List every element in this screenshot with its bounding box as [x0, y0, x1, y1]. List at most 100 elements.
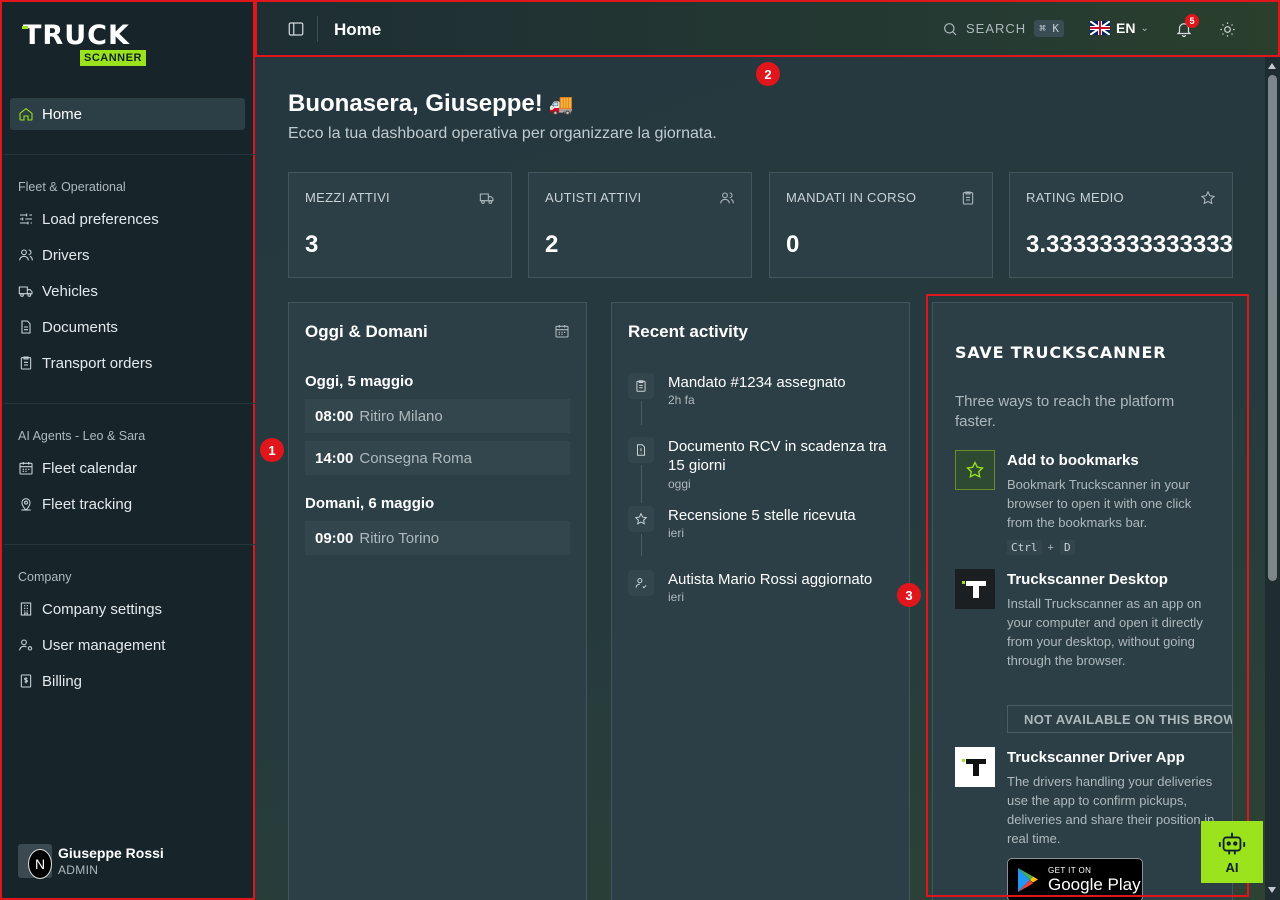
sidebar-item-vehicles[interactable]: Vehicles	[10, 276, 245, 306]
ai-assistant-button[interactable]: AI	[1201, 821, 1263, 883]
driver-app-title: Truckscanner Driver App	[1007, 749, 1185, 766]
bookmark-description: Bookmark Truckscanner in your browser to…	[1007, 477, 1192, 530]
clipboard-icon	[628, 373, 654, 399]
greeting-heading: Buonasera, Giuseppe! 🚚	[288, 90, 574, 118]
install-desktop-button[interactable]: NOT AVAILABLE ON THIS BROWSER	[1007, 705, 1232, 733]
language-selector[interactable]: EN ⌄	[1090, 20, 1149, 36]
save-truckscanner-card: SAVE TRUCKSCANNER Three ways to reach th…	[932, 302, 1233, 900]
google-play-icon	[1018, 868, 1038, 892]
key-ctrl: Ctrl	[1007, 540, 1042, 555]
key-plus: +	[1047, 541, 1054, 554]
notifications-button[interactable]: 5	[1175, 14, 1199, 38]
sidebar-item-user-management[interactable]: User management	[10, 630, 245, 660]
sidebar-section-ai-agents: AI Agents - Leo & Sara	[18, 429, 146, 443]
annotation-marker-1: 1	[260, 438, 284, 462]
header-divider	[317, 16, 318, 42]
sidebar-item-billing[interactable]: Billing	[10, 666, 245, 696]
google-play-button[interactable]: GET IT ON Google Play	[1007, 858, 1143, 900]
activity-title-text: Recensione 5 stelle ricevuta	[668, 507, 856, 524]
ai-button-label: AI	[1225, 860, 1239, 875]
event-time: 09:00	[315, 529, 354, 547]
robot-icon	[1218, 832, 1246, 855]
search-button[interactable]: SEARCH ⌘ K	[942, 20, 1065, 37]
stat-value: 2	[545, 231, 559, 258]
sidebar-item-label: Fleet calendar	[42, 459, 138, 477]
timeline-line	[641, 401, 642, 425]
sidebar-item-fleet-calendar[interactable]: Fleet calendar	[10, 453, 245, 483]
scroll-down-arrow[interactable]	[1268, 887, 1276, 893]
event-description: Ritiro Torino	[359, 529, 440, 547]
page-title: Home	[334, 20, 382, 39]
main-scrollbar[interactable]	[1265, 57, 1280, 900]
driver-app-description: The drivers handling your deliveries use…	[1007, 774, 1215, 846]
building-icon	[18, 601, 34, 617]
driver-app-icon	[955, 747, 995, 787]
search-label: SEARCH	[966, 21, 1027, 36]
stat-label: AUTISTI ATTIVI	[545, 190, 642, 205]
user-profile[interactable]: N Giuseppe Rossi ADMIN	[18, 844, 164, 879]
annotation-marker-3: 3	[897, 583, 921, 607]
timeline-line	[641, 534, 642, 556]
schedule-card: Oggi & Domani Oggi, 5 maggio 08:00 Ritir…	[288, 302, 587, 900]
google-play-small-text: GET IT ON	[1048, 866, 1092, 875]
calendar-icon[interactable]	[554, 323, 570, 339]
activity-title-text: Mandato #1234 assegnato	[668, 374, 846, 391]
user-role: ADMIN	[58, 863, 99, 877]
location-icon	[18, 496, 34, 512]
sidebar-item-label: Transport orders	[42, 354, 153, 372]
truckscanner-logo[interactable]: TRUCK SCANNER	[20, 22, 170, 68]
stat-card-mandates[interactable]: MANDATI IN CORSO 0	[769, 172, 993, 278]
users-icon	[719, 190, 735, 206]
stat-value: 3.3333333333333335	[1026, 231, 1233, 258]
sidebar-item-load-preferences[interactable]: Load preferences	[10, 204, 245, 234]
sidebar-item-home[interactable]: Home	[10, 98, 245, 130]
sidebar-item-transport-orders[interactable]: Transport orders	[10, 348, 245, 378]
schedule-event[interactable]: 14:00 Consegna Roma	[305, 441, 570, 475]
logo-word: TRUCK	[23, 20, 130, 51]
desktop-description: Install Truckscanner as an app on your c…	[1007, 596, 1203, 668]
desktop-title: Truckscanner Desktop	[1007, 571, 1168, 588]
stat-label: MEZZI ATTIVI	[305, 190, 390, 205]
bookmark-shortcut: Ctrl + D	[1007, 540, 1075, 555]
stat-value: 0	[786, 231, 800, 258]
search-icon	[944, 22, 957, 35]
activity-time: 2h fa	[668, 393, 695, 407]
sidebar-item-drivers[interactable]: Drivers	[10, 240, 245, 270]
event-time: 14:00	[315, 449, 354, 467]
scroll-thumb[interactable]	[1268, 75, 1277, 581]
stat-card-drivers[interactable]: AUTISTI ATTIVI 2	[528, 172, 752, 278]
stat-label: MANDATI IN CORSO	[786, 190, 917, 205]
home-icon	[18, 106, 34, 122]
star-icon	[955, 450, 995, 490]
schedule-event[interactable]: 08:00 Ritiro Milano	[305, 399, 570, 433]
sidebar-item-fleet-tracking[interactable]: Fleet tracking	[10, 489, 245, 519]
timeline-line	[641, 465, 642, 503]
activity-time: ieri	[668, 590, 685, 604]
sidebar-item-label: Home	[42, 105, 83, 123]
sidebar-toggle-icon[interactable]	[287, 20, 305, 38]
greeting-text: Buonasera, Giuseppe!	[288, 90, 543, 117]
sidebar-item-label: Load preferences	[42, 210, 159, 228]
greeting-subtitle: Ecco la tua dashboard operativa per orga…	[288, 125, 717, 142]
stat-card-vehicles[interactable]: MEZZI ATTIVI 3	[288, 172, 512, 278]
sidebar-item-documents[interactable]: Documents	[10, 312, 245, 342]
calendar-icon	[18, 460, 34, 476]
file-alert-icon	[628, 437, 654, 463]
sidebar-item-label: Fleet tracking	[42, 495, 133, 513]
sidebar-item-label: Vehicles	[42, 282, 98, 300]
truckscanner-app-icon	[955, 569, 995, 609]
sidebar-divider	[4, 403, 255, 404]
stat-card-rating[interactable]: RATING MEDIO 3.3333333333333335	[1009, 172, 1233, 278]
truck-icon	[18, 283, 34, 299]
google-play-text: Google Play	[1048, 875, 1141, 894]
language-code: EN	[1116, 20, 1136, 36]
sidebar-item-label: Billing	[42, 672, 83, 690]
sidebar-item-company-settings[interactable]: Company settings	[10, 594, 245, 624]
logo-tag: SCANNER	[80, 50, 146, 66]
scroll-up-arrow[interactable]	[1268, 63, 1276, 69]
star-icon	[628, 506, 654, 532]
top-header: Home SEARCH ⌘ K EN ⌄ 5	[255, 0, 1280, 57]
theme-toggle[interactable]	[1219, 21, 1237, 39]
schedule-event[interactable]: 09:00 Ritiro Torino	[305, 521, 570, 555]
avatar: N	[18, 844, 52, 879]
